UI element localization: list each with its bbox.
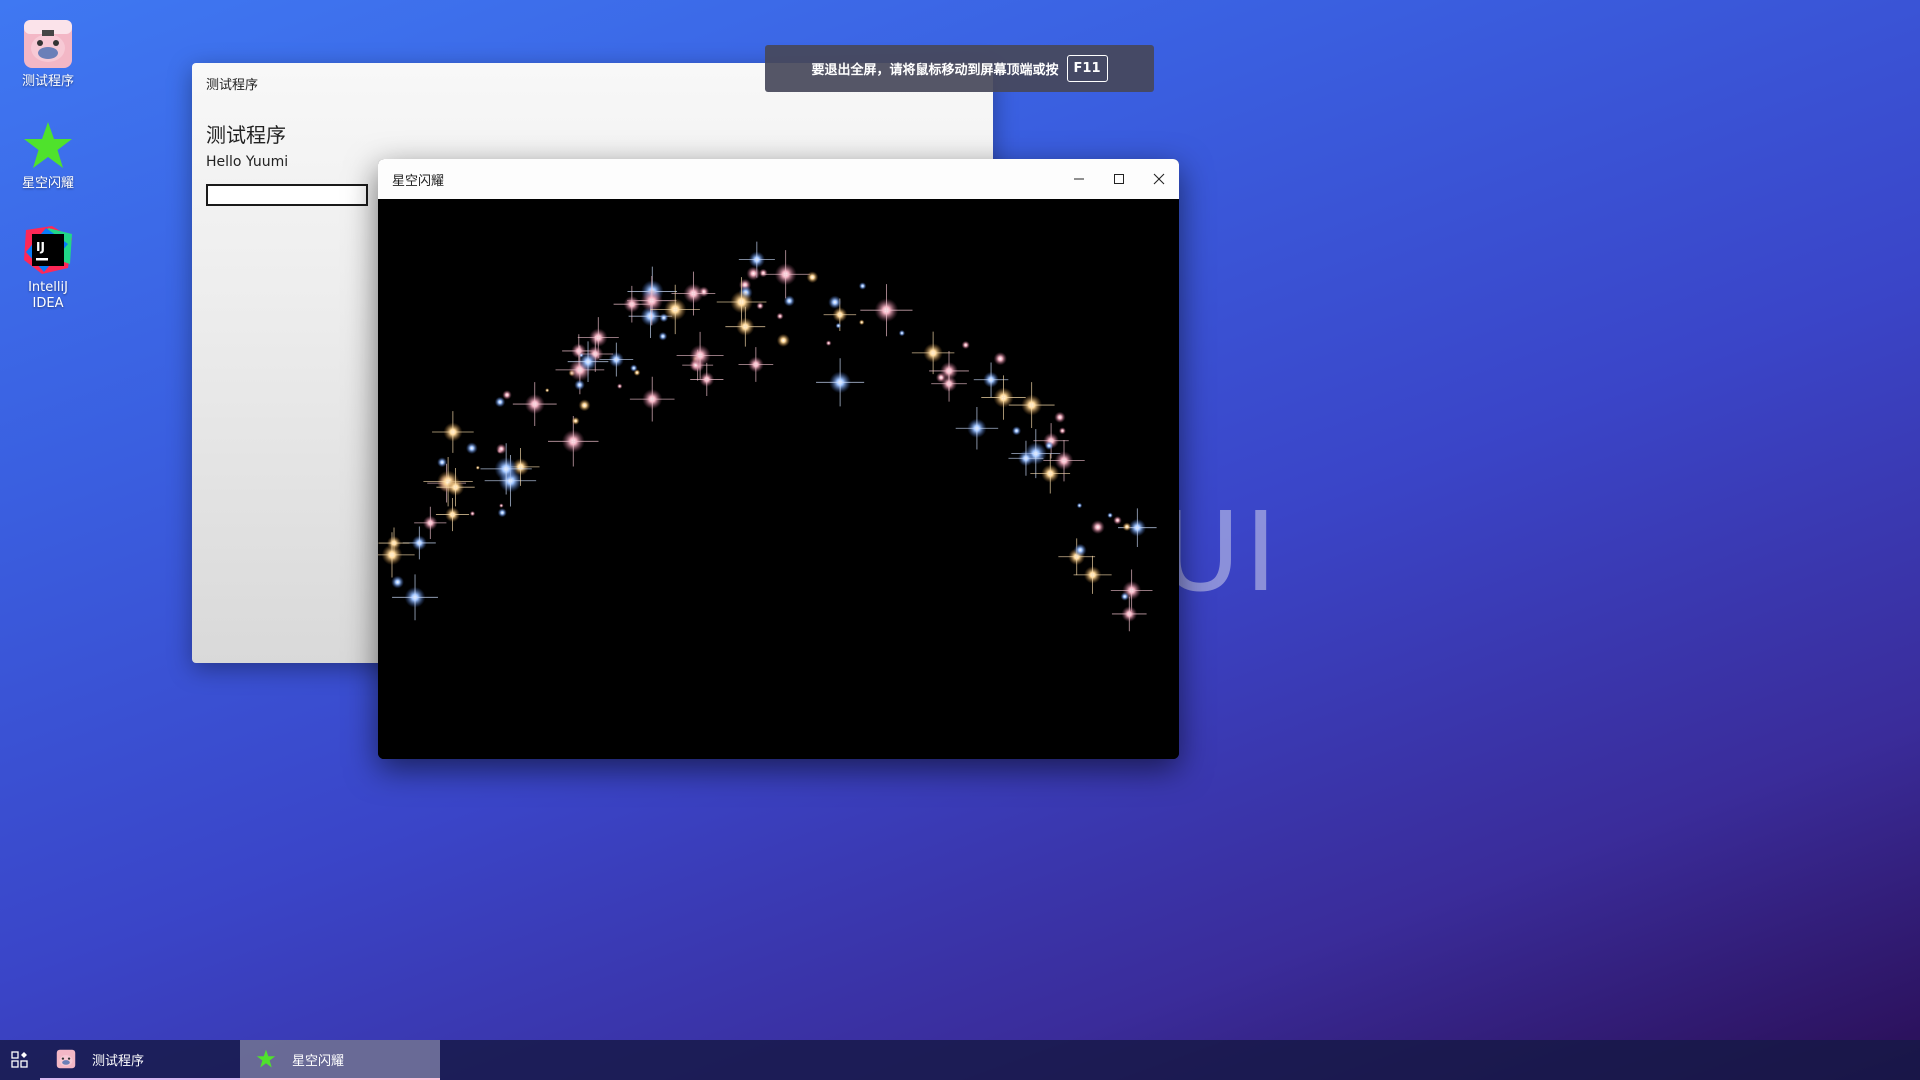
star-sparkle: [738, 347, 774, 382]
window-titlebar[interactable]: 星空闪耀: [378, 159, 1179, 199]
taskbar-item-test-program[interactable]: 测试程序: [40, 1040, 240, 1080]
star: [1120, 592, 1130, 601]
maximize-icon: [1114, 174, 1124, 184]
star: [806, 271, 819, 284]
star: [1113, 516, 1122, 525]
stars-group: [378, 241, 1157, 632]
green-star-icon: [24, 122, 72, 168]
star: [1044, 441, 1054, 450]
star: [835, 322, 842, 329]
star: [1122, 522, 1132, 532]
star: [1107, 512, 1113, 519]
fullscreen-exit-toast: 要退出全屏，请将鼠标移动到屏幕顶端或按 F11: [765, 45, 1154, 92]
star: [828, 295, 842, 309]
star: [1073, 543, 1087, 557]
star: [993, 352, 1007, 366]
taskbar: 测试程序 星空闪耀: [0, 1040, 1920, 1080]
star: [475, 465, 480, 470]
window-title: 测试程序: [206, 77, 259, 93]
minimize-button[interactable]: [1059, 159, 1099, 199]
svg-text:IJ: IJ: [36, 240, 45, 254]
star-sparkle: [1111, 596, 1147, 632]
minimize-icon: [1074, 178, 1084, 180]
star: [437, 457, 448, 468]
starfield-canvas: [378, 199, 1179, 759]
star: [776, 312, 784, 320]
green-star-icon: [256, 1049, 276, 1068]
star: [465, 442, 478, 455]
star: [391, 575, 404, 589]
star-sparkle: [629, 376, 675, 422]
star: [616, 383, 623, 389]
page-title: 测试程序: [206, 123, 286, 147]
star: [1090, 520, 1105, 535]
star: [469, 510, 476, 517]
star-sparkle: [816, 358, 865, 407]
star: [1054, 411, 1066, 423]
star: [756, 302, 764, 310]
close-icon: [1153, 173, 1165, 185]
star: [502, 390, 512, 400]
desktop-icon-intellij-idea[interactable]: IJ IntelliJ IDEA: [10, 224, 86, 312]
star: [825, 340, 832, 346]
star: [746, 266, 761, 281]
desktop-icon-label: IntelliJ IDEA: [28, 280, 68, 311]
star: [545, 388, 550, 393]
maximize-button[interactable]: [1099, 159, 1139, 199]
star: [496, 443, 507, 455]
star-sparkle: [423, 456, 473, 507]
star-sparkle: [599, 342, 634, 377]
pig-app-icon: [56, 1049, 76, 1069]
toast-text: 要退出全屏，请将鼠标移动到屏幕顶端或按: [811, 63, 1059, 78]
intellij-idea-icon: IJ: [24, 226, 72, 274]
star-sparkle: [725, 306, 766, 347]
star: [571, 416, 580, 425]
taskbar-item-label: 测试程序: [92, 1053, 145, 1069]
star: [574, 379, 585, 391]
star: [497, 508, 507, 518]
apps-grid-icon: [11, 1051, 28, 1068]
star-sparkle: [761, 250, 810, 299]
star: [1076, 502, 1083, 509]
desktop-icon-star-shine[interactable]: 星空闪耀: [10, 120, 86, 192]
taskbar-item-star-shine[interactable]: 星空闪耀: [240, 1040, 440, 1080]
f11-key-badge: F11: [1066, 55, 1108, 82]
close-button[interactable]: [1139, 159, 1179, 199]
star: [858, 319, 865, 326]
star-sparkle: [955, 407, 999, 450]
taskbar-item-label: 星空闪耀: [292, 1053, 345, 1069]
star-sparkle: [512, 382, 557, 427]
star: [1011, 426, 1022, 436]
star-sparkle: [1008, 382, 1055, 428]
start-button[interactable]: [0, 1040, 40, 1080]
star: [858, 282, 867, 290]
star: [630, 364, 638, 372]
pig-app-icon: [24, 20, 72, 68]
desktop-icon-test-program[interactable]: 测试程序: [10, 18, 86, 90]
text-input[interactable]: [206, 184, 368, 206]
star: [659, 313, 669, 323]
star: [776, 333, 790, 347]
desktop-icon-label: 测试程序: [21, 74, 74, 89]
star: [961, 340, 970, 350]
desktop-icon-label: 星空闪耀: [21, 176, 74, 191]
star: [1058, 427, 1066, 435]
window-title: 星空闪耀: [392, 173, 445, 189]
star-sparkle: [860, 284, 913, 337]
star-sparkle: [435, 497, 470, 532]
star: [898, 329, 906, 337]
star-sparkle: [676, 331, 724, 379]
window-star-shine[interactable]: 星空闪耀: [378, 159, 1179, 759]
star: [658, 331, 668, 341]
star: [578, 399, 591, 412]
star: [499, 503, 504, 508]
star-sparkle: [1110, 569, 1153, 612]
